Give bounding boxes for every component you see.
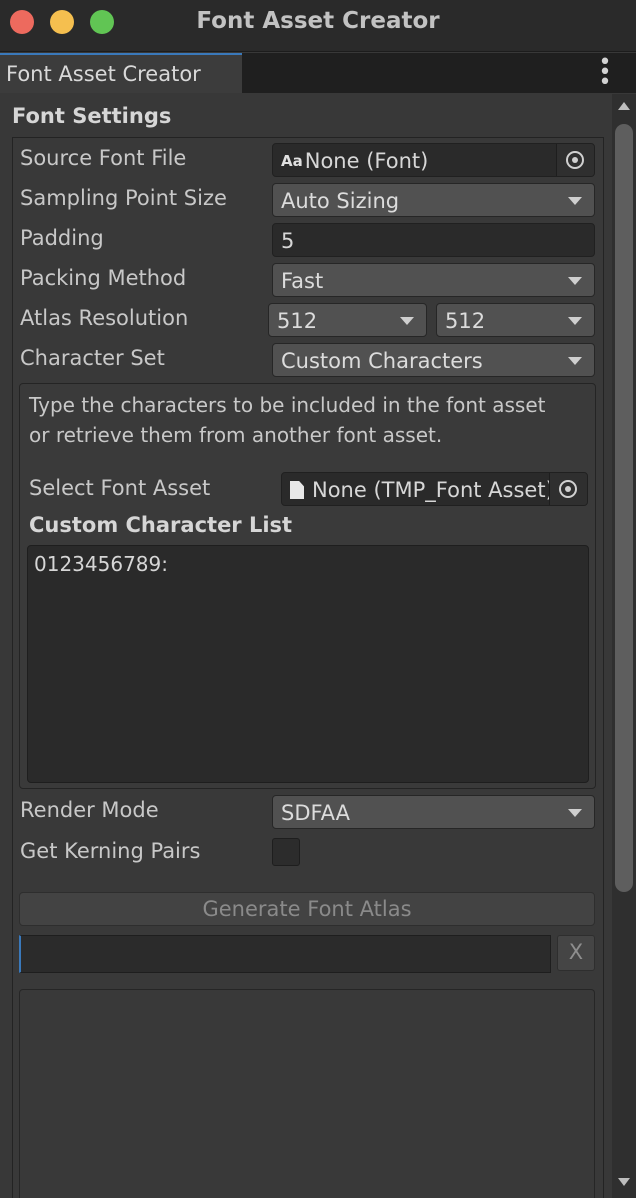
object-picker-icon [559, 480, 577, 498]
source-font-value: None (Font) [304, 149, 429, 173]
chevron-down-icon [568, 197, 582, 205]
character-set-value: Custom Characters [281, 349, 483, 373]
select-font-asset-label: Select Font Asset [29, 476, 211, 500]
chevron-down-icon [568, 357, 582, 365]
custom-characters-box: Type the characters to be included in th… [19, 383, 596, 789]
chevron-down-icon [568, 277, 582, 285]
output-log-area[interactable] [19, 989, 595, 1198]
atlas-width-dropdown[interactable]: 512 [268, 303, 427, 337]
sampling-point-size-value: Auto Sizing [281, 189, 400, 213]
atlas-height-dropdown[interactable]: 512 [436, 303, 595, 337]
chevron-down-icon [568, 317, 582, 325]
clear-output-button[interactable]: X [557, 935, 595, 971]
sampling-point-size-dropdown[interactable]: Auto Sizing [272, 183, 595, 217]
render-mode-label: Render Mode [20, 798, 159, 822]
render-mode-dropdown[interactable]: SDFAA [272, 795, 595, 829]
custom-character-list-input[interactable]: 0123456789: [27, 545, 589, 783]
kebab-menu-icon[interactable]: • • • [596, 52, 614, 94]
select-font-asset-field[interactable]: None (TMP_Font Asset) [281, 472, 588, 506]
custom-characters-help-text: Type the characters to be included in th… [29, 393, 546, 447]
source-font-label: Source Font File [20, 146, 187, 170]
render-mode-value: SDFAA [281, 801, 350, 825]
custom-character-list-heading: Custom Character List [29, 513, 293, 537]
scrollbar-thumb[interactable] [615, 124, 633, 892]
character-set-label: Character Set [20, 346, 165, 370]
generation-progress-bar [19, 935, 551, 973]
character-set-dropdown[interactable]: Custom Characters [272, 343, 595, 377]
atlas-resolution-label: Atlas Resolution [20, 306, 189, 330]
packing-method-label: Packing Method [20, 266, 187, 290]
source-font-field[interactable]: AaNone (Font) [272, 143, 595, 177]
packing-method-value: Fast [281, 269, 324, 293]
sampling-point-size-label: Sampling Point Size [20, 186, 227, 210]
vertical-scrollbar[interactable] [612, 94, 636, 1198]
font-settings-heading: Font Settings [12, 104, 172, 128]
window-titlebar: Font Asset Creator [0, 0, 636, 52]
generate-font-atlas-button[interactable]: Generate Font Atlas [19, 892, 595, 926]
document-icon [290, 481, 304, 499]
kerning-pairs-label: Get Kerning Pairs [20, 839, 201, 863]
kerning-pairs-checkbox[interactable] [272, 838, 300, 866]
font-aa-icon: Aa [281, 152, 303, 170]
chevron-down-icon [568, 809, 582, 817]
object-picker-icon [566, 151, 584, 169]
scroll-up-arrow-icon[interactable] [618, 102, 630, 110]
padding-label: Padding [20, 226, 104, 250]
select-font-asset-value: None (TMP_Font Asset) [312, 478, 554, 502]
atlas-height-value: 512 [445, 309, 486, 333]
atlas-width-value: 512 [277, 309, 318, 333]
tab-strip: Font Asset Creator • • • [0, 52, 636, 94]
chevron-down-icon [400, 317, 414, 325]
tab-font-asset-creator[interactable]: Font Asset Creator [0, 53, 242, 93]
font-asset-picker-button[interactable] [549, 473, 587, 505]
window-title: Font Asset Creator [196, 8, 440, 34]
scroll-down-arrow-icon[interactable] [618, 1178, 630, 1186]
padding-input[interactable]: 5 [272, 223, 595, 257]
packing-method-dropdown[interactable]: Fast [272, 263, 595, 297]
source-font-picker-button[interactable] [556, 144, 594, 176]
